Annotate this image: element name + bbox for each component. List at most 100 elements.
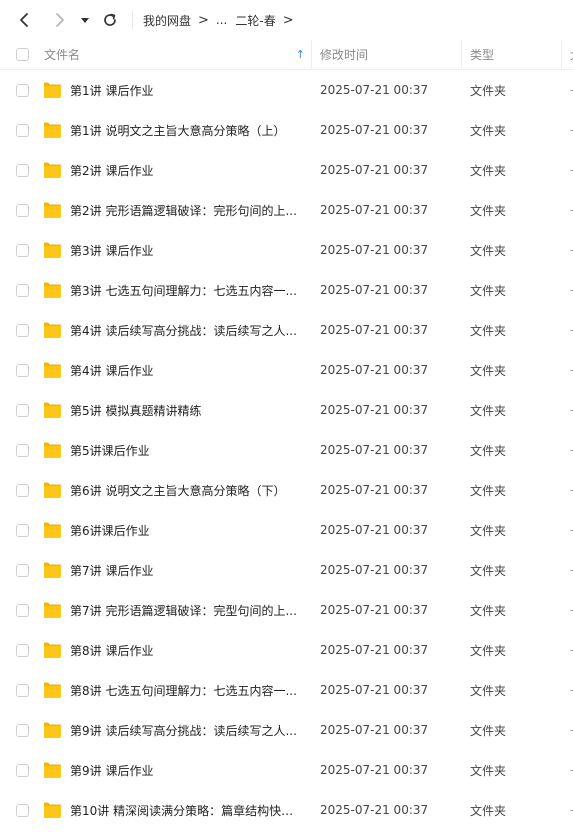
- refresh-button[interactable]: [96, 6, 124, 34]
- file-name-cell[interactable]: 第1讲 说明文之主旨大意高分策略（上）: [44, 121, 312, 139]
- row-check-cell: [0, 590, 44, 630]
- row-checkbox[interactable]: [15, 803, 29, 817]
- file-row[interactable]: 第2讲 课后作业 2025-07-21 00:37 文件夹 -: [0, 150, 573, 190]
- row-checkbox[interactable]: [15, 123, 29, 137]
- modified-date: 2025-07-21 00:37: [320, 243, 429, 257]
- file-size: -: [562, 523, 573, 537]
- row-checkbox[interactable]: [15, 523, 29, 537]
- file-row[interactable]: 第8讲 课后作业 2025-07-21 00:37 文件夹 -: [0, 630, 573, 670]
- back-button[interactable]: [10, 6, 38, 34]
- file-name-cell[interactable]: 第1讲 课后作业: [44, 81, 312, 99]
- column-header-name[interactable]: 文件名 ↑: [44, 40, 312, 69]
- file-name: 第9讲 读后续写高分挑战：读后续写之人...: [70, 723, 297, 738]
- row-checkbox[interactable]: [15, 323, 29, 337]
- row-checkbox[interactable]: [15, 83, 29, 97]
- file-size: -: [562, 643, 573, 657]
- folder-icon: [44, 762, 61, 778]
- file-row[interactable]: 第4讲 读后续写高分挑战：读后续写之人... 2025-07-21 00:37 文件…: [0, 310, 573, 350]
- file-name-cell[interactable]: 第6讲课后作业: [44, 521, 312, 539]
- file-name-cell[interactable]: 第7讲 课后作业: [44, 561, 312, 579]
- file-name-cell[interactable]: 第7讲 完形语篇逻辑破译：完型句间的上...: [44, 601, 312, 619]
- breadcrumb-ellipsis[interactable]: ...: [216, 13, 227, 27]
- row-checkbox[interactable]: [15, 643, 29, 657]
- file-name-cell[interactable]: 第3讲 七选五句间理解力：七选五内容一...: [44, 281, 312, 299]
- forward-button[interactable]: [46, 6, 74, 34]
- row-check-cell: [0, 110, 44, 150]
- row-check-cell: [0, 350, 44, 390]
- modified-date: 2025-07-21 00:37: [320, 363, 429, 377]
- row-checkbox[interactable]: [15, 443, 29, 457]
- row-checkbox[interactable]: [15, 403, 29, 417]
- file-row[interactable]: 第5讲 模拟真题精讲精练 2025-07-21 00:37 文件夹 -: [0, 390, 573, 430]
- file-row[interactable]: 第3讲 七选五句间理解力：七选五内容一... 2025-07-21 00:37 文件…: [0, 270, 573, 310]
- file-type: 文件夹: [470, 243, 507, 258]
- modified-date: 2025-07-21 00:37: [320, 403, 429, 417]
- file-name-cell[interactable]: 第2讲 课后作业: [44, 161, 312, 179]
- file-name-cell[interactable]: 第3讲 课后作业: [44, 241, 312, 259]
- column-header-name-label: 文件名: [44, 48, 81, 62]
- file-row[interactable]: 第9讲 课后作业 2025-07-21 00:37 文件夹 -: [0, 750, 573, 790]
- column-header-date[interactable]: 修改时间: [312, 40, 462, 69]
- row-checkbox[interactable]: [15, 563, 29, 577]
- file-name-cell[interactable]: 第2讲 完形语篇逻辑破译：完形句间的上...: [44, 201, 312, 219]
- modified-date: 2025-07-21 00:37: [320, 203, 429, 217]
- select-all-checkbox[interactable]: [15, 48, 29, 61]
- folder-icon: [44, 562, 61, 578]
- column-header-type[interactable]: 类型: [462, 40, 562, 69]
- history-dropdown-button[interactable]: [76, 6, 94, 34]
- breadcrumb-root[interactable]: 我的网盘: [143, 12, 191, 29]
- modified-date: 2025-07-21 00:37: [320, 763, 429, 777]
- file-row[interactable]: 第9讲 读后续写高分挑战：读后续写之人... 2025-07-21 00:37 文件…: [0, 710, 573, 750]
- folder-icon: [44, 82, 61, 98]
- file-row[interactable]: 第7讲 完形语篇逻辑破译：完型句间的上... 2025-07-21 00:37 文件…: [0, 590, 573, 630]
- row-checkbox[interactable]: [15, 763, 29, 777]
- folder-icon: [44, 362, 61, 378]
- breadcrumb-expand-icon[interactable]: >: [283, 13, 294, 28]
- file-name-cell[interactable]: 第8讲 课后作业: [44, 641, 312, 659]
- file-name-cell[interactable]: 第6讲 说明文之主旨大意高分策略（下）: [44, 481, 312, 499]
- sort-ascending-icon[interactable]: ↑: [296, 48, 305, 61]
- modified-date: 2025-07-21 00:37: [320, 443, 429, 457]
- file-name-cell[interactable]: 第9讲 课后作业: [44, 761, 312, 779]
- row-checkbox[interactable]: [15, 723, 29, 737]
- row-check-cell: [0, 550, 44, 590]
- row-checkbox[interactable]: [15, 683, 29, 697]
- file-row[interactable]: 第6讲 说明文之主旨大意高分策略（下） 2025-07-21 00:37 文件夹 -: [0, 470, 573, 510]
- file-row[interactable]: 第5讲课后作业 2025-07-21 00:37 文件夹 -: [0, 430, 573, 470]
- breadcrumb-current[interactable]: 二轮-春: [235, 12, 275, 29]
- file-name-cell[interactable]: 第4讲 课后作业: [44, 361, 312, 379]
- arrow-left-icon: [20, 13, 28, 27]
- file-row[interactable]: 第4讲 课后作业 2025-07-21 00:37 文件夹 -: [0, 350, 573, 390]
- file-row[interactable]: 第2讲 完形语篇逻辑破译：完形句间的上... 2025-07-21 00:37 文件…: [0, 190, 573, 230]
- row-checkbox[interactable]: [15, 283, 29, 297]
- file-name-cell[interactable]: 第10讲 精深阅读满分策略：篇章结构快速...: [44, 801, 312, 819]
- arrow-right-icon: [56, 13, 64, 27]
- refresh-icon: [104, 13, 116, 26]
- row-checkbox[interactable]: [15, 203, 29, 217]
- file-name: 第2讲 课后作业: [70, 163, 154, 178]
- modified-date: 2025-07-21 00:37: [320, 123, 429, 137]
- file-name-cell[interactable]: 第5讲课后作业: [44, 441, 312, 459]
- row-checkbox[interactable]: [15, 603, 29, 617]
- row-checkbox[interactable]: [15, 163, 29, 177]
- file-name-cell[interactable]: 第5讲 模拟真题精讲精练: [44, 401, 312, 419]
- file-row[interactable]: 第10讲 精深阅读满分策略：篇章结构快速... 2025-07-21 00:37 文…: [0, 790, 573, 830]
- row-checkbox[interactable]: [15, 363, 29, 377]
- file-row[interactable]: 第8讲 七选五句间理解力：七选五内容一... 2025-07-21 00:37 文件…: [0, 670, 573, 710]
- column-header-size[interactable]: 大: [562, 40, 573, 69]
- file-row[interactable]: 第1讲 课后作业 2025-07-21 00:37 文件夹 -: [0, 70, 573, 110]
- file-size: -: [562, 443, 573, 457]
- modified-date: 2025-07-21 00:37: [320, 163, 429, 177]
- file-row[interactable]: 第3讲 课后作业 2025-07-21 00:37 文件夹 -: [0, 230, 573, 270]
- file-name-cell[interactable]: 第8讲 七选五句间理解力：七选五内容一...: [44, 681, 312, 699]
- file-type: 文件夹: [470, 123, 507, 138]
- file-type: 文件夹: [470, 363, 507, 378]
- file-name-cell[interactable]: 第4讲 读后续写高分挑战：读后续写之人...: [44, 321, 312, 339]
- file-row[interactable]: 第7讲 课后作业 2025-07-21 00:37 文件夹 -: [0, 550, 573, 590]
- file-row[interactable]: 第6讲课后作业 2025-07-21 00:37 文件夹 -: [0, 510, 573, 550]
- file-name-cell[interactable]: 第9讲 读后续写高分挑战：读后续写之人...: [44, 721, 312, 739]
- file-row[interactable]: 第1讲 说明文之主旨大意高分策略（上） 2025-07-21 00:37 文件夹 -: [0, 110, 573, 150]
- row-checkbox[interactable]: [15, 483, 29, 497]
- row-checkbox[interactable]: [15, 243, 29, 257]
- file-size: -: [562, 603, 573, 617]
